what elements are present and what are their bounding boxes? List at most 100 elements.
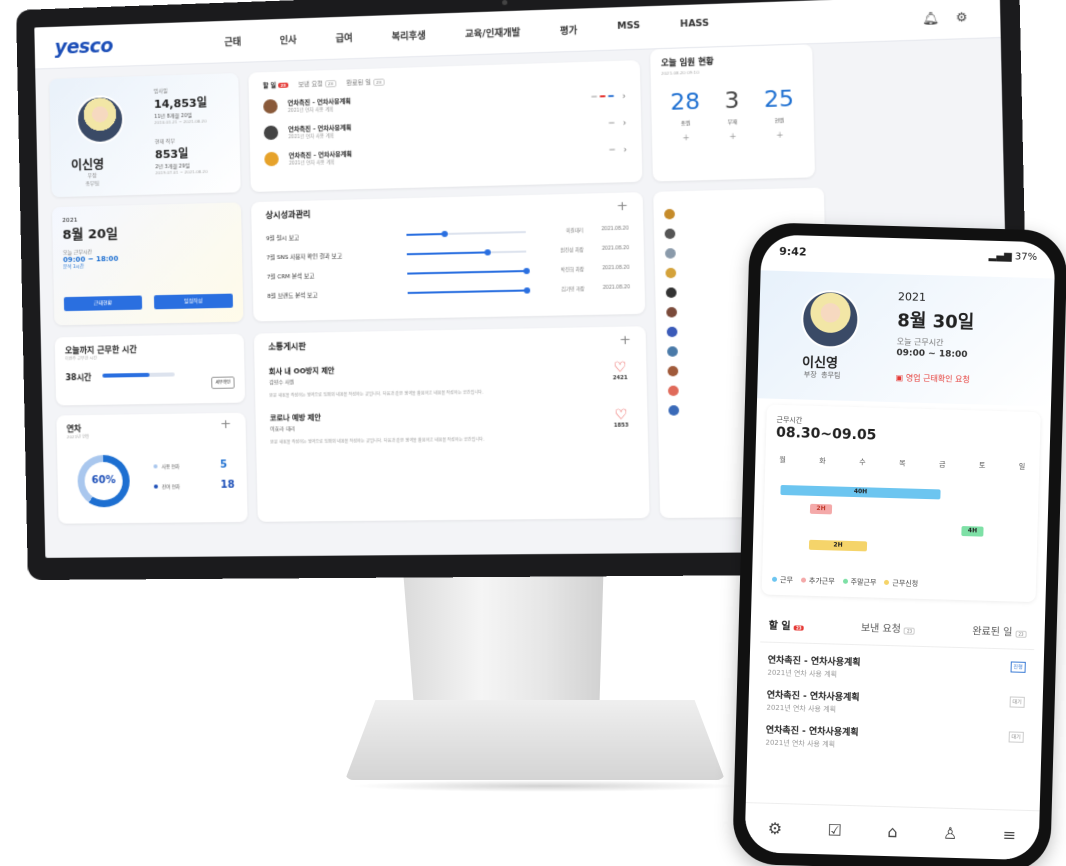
plus-icon[interactable]: +	[220, 417, 231, 432]
tab-sent[interactable]: 보낸 요청 23	[861, 619, 916, 636]
menu-item-education[interactable]: 교육/인재개발	[445, 24, 540, 40]
member-avatar[interactable]	[668, 386, 679, 396]
leave-used-label: 사용 연차	[162, 465, 180, 470]
post-like[interactable]: ♡ 2421	[613, 361, 628, 382]
chevron-right-icon[interactable]: ›	[623, 145, 627, 154]
member-avatar[interactable]	[665, 228, 676, 239]
plus-icon[interactable]: +	[619, 333, 631, 349]
attendance-status-button[interactable]: 근태현황	[64, 295, 142, 311]
detail-button[interactable]: 세부확인	[211, 376, 234, 389]
heart-icon[interactable]: ♡	[614, 408, 629, 423]
weekday-label: 월	[779, 455, 786, 465]
post-body: 본문 내용을 작성하는 영역으로 임의의 내용을 작성하는 곳입니다. 다음과 …	[269, 387, 590, 399]
performance-fill	[407, 269, 527, 274]
bell-icon[interactable]: 🔔︎	[922, 10, 939, 25]
gear-icon[interactable]: ⚙	[768, 819, 783, 838]
menu-item-hr[interactable]: 인사	[260, 32, 316, 47]
mobile-dept: 총무팀	[821, 371, 841, 380]
menu-icon[interactable]: ≡	[1003, 825, 1017, 844]
plus-icon[interactable]: +	[616, 199, 628, 215]
weekday-label: 금	[939, 459, 946, 469]
plus-icon[interactable]: +	[713, 131, 752, 141]
heart-icon[interactable]: ♡	[613, 361, 628, 376]
worked-progress-fill	[102, 372, 149, 377]
menu-item-welfare[interactable]: 복리후생	[372, 28, 446, 44]
home-icon[interactable]: ⌂	[887, 822, 898, 841]
member-avatar[interactable]	[667, 346, 678, 357]
overtime-bar: 2H	[810, 504, 832, 515]
tab-sent-label: 보낸 요청	[298, 80, 323, 88]
performance-knob[interactable]	[524, 287, 530, 293]
attendance-request-link[interactable]: ▣ 영업 근태확인 요청	[896, 372, 970, 385]
task-sub: 2021년 연차 사용 계획	[288, 106, 351, 114]
plus-icon[interactable]: +	[760, 130, 799, 140]
performance-label: 9월 월시 보고	[266, 230, 406, 241]
attendance-total[interactable]: 28 총원 +	[666, 89, 705, 143]
join-range: 2010.01.21 ~ 2021.08.20	[154, 118, 207, 125]
attendance-total-value: 28	[666, 89, 705, 116]
tab-done[interactable]: 완료된 일 23	[346, 76, 384, 86]
board-post[interactable]: 코로나 예방 제안 이효라 대리 본문 내용을 작성하는 영역으로 임의의 내용…	[270, 408, 633, 446]
member-avatar[interactable]	[664, 209, 675, 220]
mobile-task-item[interactable]: 연차촉진 - 연차사용계획 2021년 연차 사용 계획 대기	[757, 712, 1032, 755]
menu-item-evaluation[interactable]: 평가	[540, 22, 598, 37]
legend-weekend: 주말근무	[843, 577, 877, 588]
leave-remaining: 잔여 연차 18	[154, 484, 180, 490]
member-avatar[interactable]	[665, 248, 676, 259]
tab-todo[interactable]: 할 일 23	[263, 80, 288, 90]
profile-name: 이신영	[71, 156, 104, 174]
plus-icon[interactable]: +	[667, 133, 705, 143]
performance-knob[interactable]	[441, 230, 447, 236]
leave-donut: 60%	[77, 455, 130, 508]
performance-label: 7월 SNS 사용자 확인 결과 보고	[266, 250, 406, 261]
legend-dot	[154, 485, 158, 489]
logo[interactable]: yesco	[54, 31, 205, 58]
task-tags	[591, 95, 614, 98]
task-item[interactable]: 연차촉진 - 연차사용계획 2021년 연차 사용 계획 ›	[263, 86, 626, 115]
member-avatar[interactable]	[665, 268, 676, 279]
post-like[interactable]: ♡ 1853	[614, 408, 629, 429]
performance-bar	[408, 289, 528, 294]
task-item[interactable]: 연차촉진 - 연차사용계획 2021년 연차 사용 계획 ›	[264, 113, 627, 142]
performance-knob[interactable]	[485, 249, 491, 255]
menu-item-mss[interactable]: MSS	[597, 20, 660, 36]
weekend-bar: 4H	[961, 526, 983, 537]
member-avatar[interactable]	[667, 327, 678, 338]
join-stat: 입사일 14,853일 11년 8개월 20일 2010.01.21 ~ 202…	[154, 86, 208, 125]
performance-date: 2021.08.20	[585, 285, 630, 291]
member-avatar[interactable]	[666, 287, 677, 298]
performance-date: 2021.08.20	[583, 227, 628, 233]
task-title: 연차촉진 - 연차사용계획	[289, 149, 352, 160]
attendance-present[interactable]: 25 현원 +	[759, 86, 799, 140]
gear-icon[interactable]: ⚙	[956, 9, 968, 24]
performance-knob[interactable]	[524, 267, 530, 273]
performance-bar	[406, 230, 526, 235]
worked-hours-card: 오늘까지 근무한 시간 이번주 근무한 시간 38시간 세부확인	[55, 334, 245, 406]
chevron-right-icon[interactable]: ›	[622, 91, 626, 100]
member-avatar[interactable]	[666, 307, 677, 318]
tab-done[interactable]: 완료된 일 23	[972, 622, 1027, 639]
board-card: 소통게시판 + 회사 내 OO방지 제안 김영수 사원 본문 내용을 작성하는 …	[254, 326, 650, 522]
phone: 9:42 ▂▄▆ 37% 이신영 부장 총무팀 2021 8월 30일 오늘 근…	[732, 222, 1066, 866]
menu-item-payroll[interactable]: 급여	[316, 30, 372, 45]
person-icon[interactable]: ♙	[943, 824, 958, 843]
attendance-present-label: 현원	[760, 116, 799, 124]
task-status-tag: 진행	[1010, 661, 1026, 672]
member-avatar[interactable]	[668, 405, 679, 415]
chevron-right-icon[interactable]: ›	[623, 118, 627, 127]
menu-item-attendance[interactable]: 근태	[205, 34, 261, 49]
tab-todo[interactable]: 할 일 23	[769, 617, 804, 633]
board-post[interactable]: 회사 내 OO방지 제안 김영수 사원 본문 내용을 작성하는 영역으로 임의의…	[269, 361, 632, 400]
clipboard-check-icon[interactable]: ☑	[827, 820, 842, 839]
mobile-bottom-nav: ⚙ ☑ ⌂ ♙ ≡	[744, 802, 1039, 860]
tab-sent[interactable]: 보낸 요청 23	[298, 78, 336, 88]
attendance-absent[interactable]: 3 부재 +	[713, 88, 753, 142]
menu-item-hass[interactable]: HASS	[660, 18, 729, 34]
leave-remaining-value: 18	[220, 480, 234, 491]
member-avatar[interactable]	[668, 366, 679, 377]
today-buttons: 근태현황 일정작성	[64, 294, 233, 312]
schedule-button[interactable]: 일정작성	[154, 294, 233, 310]
tab-sent-count: 23	[904, 627, 915, 634]
task-item[interactable]: 연차촉진 - 연차사용계획 2021년 연차 사용 계획 ›	[264, 140, 627, 168]
board-title: 소통게시판	[268, 335, 631, 353]
